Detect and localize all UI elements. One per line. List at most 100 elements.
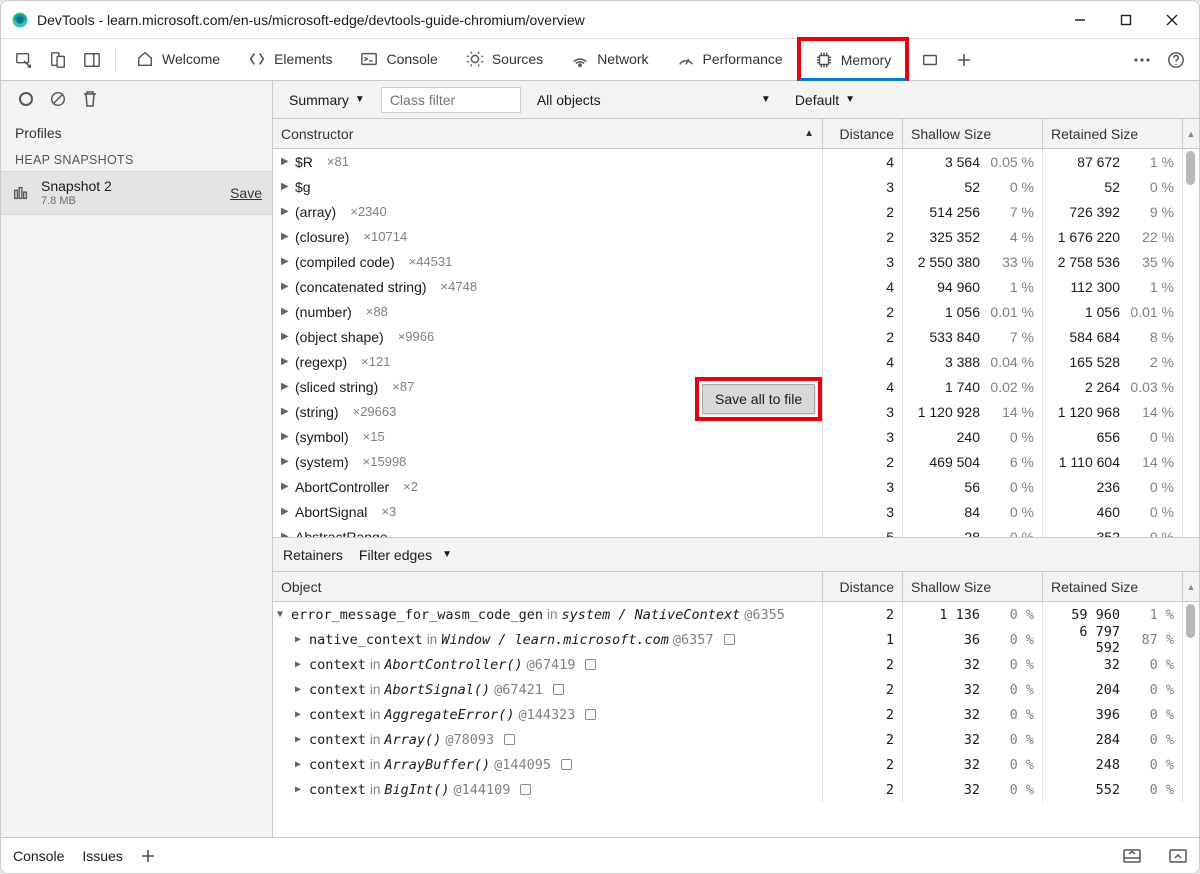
scrollbar[interactable] [1183, 149, 1199, 537]
retainer-row[interactable]: ▶context in AbortSignal() @674212320 %20… [273, 677, 1199, 702]
link-icon[interactable] [585, 659, 596, 670]
link-icon[interactable] [504, 734, 515, 745]
tab-welcome[interactable]: Welcome [122, 39, 234, 80]
expand-icon[interactable]: ▶ [295, 759, 305, 770]
delete-button[interactable] [77, 86, 103, 112]
inspect-icon[interactable] [7, 39, 41, 81]
retainer-row[interactable]: ▶context in Array() @780932320 %2840 % [273, 727, 1199, 752]
tab-performance[interactable]: Performance [663, 39, 797, 80]
expand-icon[interactable]: ▶ [295, 684, 305, 695]
snapshot-save-link[interactable]: Save [230, 185, 262, 201]
expand-icon[interactable]: ▶ [281, 206, 291, 217]
objects-dropdown[interactable]: All objects▼ [529, 88, 779, 112]
col-retained[interactable]: Retained Size [1043, 119, 1183, 148]
context-menu-save-all[interactable]: Save all to file [702, 384, 815, 414]
col-retained[interactable]: Retained Size [1043, 572, 1183, 601]
scrollbar[interactable] [1183, 602, 1199, 837]
table-row[interactable]: ▶$g3520 %520 % [273, 174, 1199, 199]
add-drawer-tab-icon[interactable] [141, 849, 155, 863]
col-shallow[interactable]: Shallow Size [903, 572, 1043, 601]
expand-icon[interactable]: ▶ [281, 231, 291, 242]
table-row[interactable]: ▶(concatenated string)×4748494 9601 %112… [273, 274, 1199, 299]
col-distance[interactable]: Distance [823, 572, 903, 601]
retainer-row[interactable]: ▶context in BigInt() @1441092320 %5520 % [273, 777, 1199, 802]
expand-icon[interactable]: ▶ [281, 531, 291, 537]
scrollbar-thumb[interactable] [1186, 151, 1195, 185]
col-shallow[interactable]: Shallow Size [903, 119, 1043, 148]
close-button[interactable] [1149, 1, 1195, 39]
table-row[interactable]: ▶AbortSignal×33840 %4600 % [273, 499, 1199, 524]
col-constructor[interactable]: Constructor▲ [273, 119, 823, 148]
class-filter-input[interactable] [381, 87, 521, 113]
expand-icon[interactable]: ▶ [281, 331, 291, 342]
link-icon[interactable] [585, 709, 596, 720]
scrollbar-thumb[interactable] [1186, 604, 1195, 638]
tab-console[interactable]: Console [346, 39, 451, 80]
drawer-issues-tab[interactable]: Issues [82, 848, 122, 864]
minimize-button[interactable] [1057, 1, 1103, 39]
expand-icon[interactable]: ▶ [281, 356, 291, 367]
tab-network[interactable]: Network [557, 39, 662, 80]
filter-edges-dropdown[interactable]: Filter edges▼ [359, 547, 452, 563]
expand-icon[interactable]: ▶ [281, 256, 291, 267]
retainer-row[interactable]: ▶context in AggregateError() @1443232320… [273, 702, 1199, 727]
table-row[interactable]: ▶(number)×8821 0560.01 %1 0560.01 % [273, 299, 1199, 324]
expand-icon[interactable]: ▶ [295, 734, 305, 745]
expand-icon[interactable]: ▶ [281, 431, 291, 442]
view-dropdown[interactable]: Summary▼ [281, 88, 373, 112]
drawer-console-tab[interactable]: Console [13, 848, 64, 864]
tab-elements[interactable]: Elements [234, 39, 346, 80]
help-icon[interactable] [1159, 39, 1193, 81]
expand-icon[interactable]: ▶ [281, 406, 291, 417]
expand-icon[interactable]: ▶ [281, 456, 291, 467]
table-row[interactable]: ▶AbortController×23560 %2360 % [273, 474, 1199, 499]
retainer-row[interactable]: ▶context in ArrayBuffer() @1440952320 %2… [273, 752, 1199, 777]
drawer-dock-icon[interactable] [1123, 849, 1141, 863]
table-row[interactable]: ▶(system)×159982469 5046 %1 110 60414 % [273, 449, 1199, 474]
link-icon[interactable] [561, 759, 572, 770]
device-toggle-icon[interactable] [41, 39, 75, 81]
expand-icon[interactable]: ▶ [281, 381, 291, 392]
expand-icon[interactable]: ▶ [295, 709, 305, 720]
table-row[interactable]: ▶(object shape)×99662533 8407 %584 6848 … [273, 324, 1199, 349]
table-row[interactable]: ▶(closure)×107142325 3524 %1 676 22022 % [273, 224, 1199, 249]
col-distance[interactable]: Distance [823, 119, 903, 148]
table-row[interactable]: ▶(array)×23402514 2567 %726 3929 % [273, 199, 1199, 224]
expand-icon[interactable]: ▶ [295, 634, 305, 645]
more-icon[interactable] [1125, 39, 1159, 81]
link-icon[interactable] [520, 784, 531, 795]
link-icon[interactable] [724, 634, 735, 645]
retainer-row[interactable]: ▶native_context in Window / learn.micros… [273, 627, 1199, 652]
expand-icon[interactable]: ▶ [295, 659, 305, 670]
tab-sources[interactable]: Sources [452, 39, 557, 80]
expand-icon[interactable]: ▶ [281, 506, 291, 517]
scroll-up-icon[interactable]: ▲ [1183, 119, 1199, 148]
record-button[interactable] [13, 86, 39, 112]
default-dropdown[interactable]: Default▼ [787, 88, 863, 112]
retained-cell: 2040 % [1043, 677, 1183, 702]
table-row[interactable]: ▶$R×8143 5640.05 %87 6721 % [273, 149, 1199, 174]
table-row[interactable]: ▶(regexp)×12143 3880.04 %165 5282 % [273, 349, 1199, 374]
expand-icon[interactable]: ▶ [281, 181, 291, 192]
drawer-expand-icon[interactable] [1169, 849, 1187, 863]
table-row[interactable]: ▶(symbol)×1532400 %6560 % [273, 424, 1199, 449]
link-icon[interactable] [553, 684, 564, 695]
add-tab-icon[interactable] [947, 39, 981, 81]
expand-icon[interactable]: ▼ [277, 609, 287, 620]
snapshot-item[interactable]: Snapshot 2 7.8 MB Save [1, 171, 272, 215]
scroll-up-icon[interactable]: ▲ [1183, 572, 1199, 601]
retainer-row[interactable]: ▶context in AbortController() @674192320… [273, 652, 1199, 677]
table-row[interactable]: ▶(compiled code)×4453132 550 38033 %2 75… [273, 249, 1199, 274]
maximize-button[interactable] [1103, 1, 1149, 39]
expand-icon[interactable]: ▶ [281, 281, 291, 292]
table-row[interactable]: ▶AbstractRange5280 %3520 % [273, 524, 1199, 537]
dock-side-icon[interactable] [75, 39, 109, 81]
expand-icon[interactable]: ▶ [281, 156, 291, 167]
tab-memory[interactable]: Memory [797, 37, 910, 82]
expand-icon[interactable]: ▶ [281, 306, 291, 317]
col-object[interactable]: Object [273, 572, 823, 601]
expand-icon[interactable]: ▶ [295, 784, 305, 795]
expand-icon[interactable]: ▶ [281, 481, 291, 492]
clear-button[interactable] [45, 86, 71, 112]
tab-overflow-icon[interactable] [913, 39, 947, 81]
